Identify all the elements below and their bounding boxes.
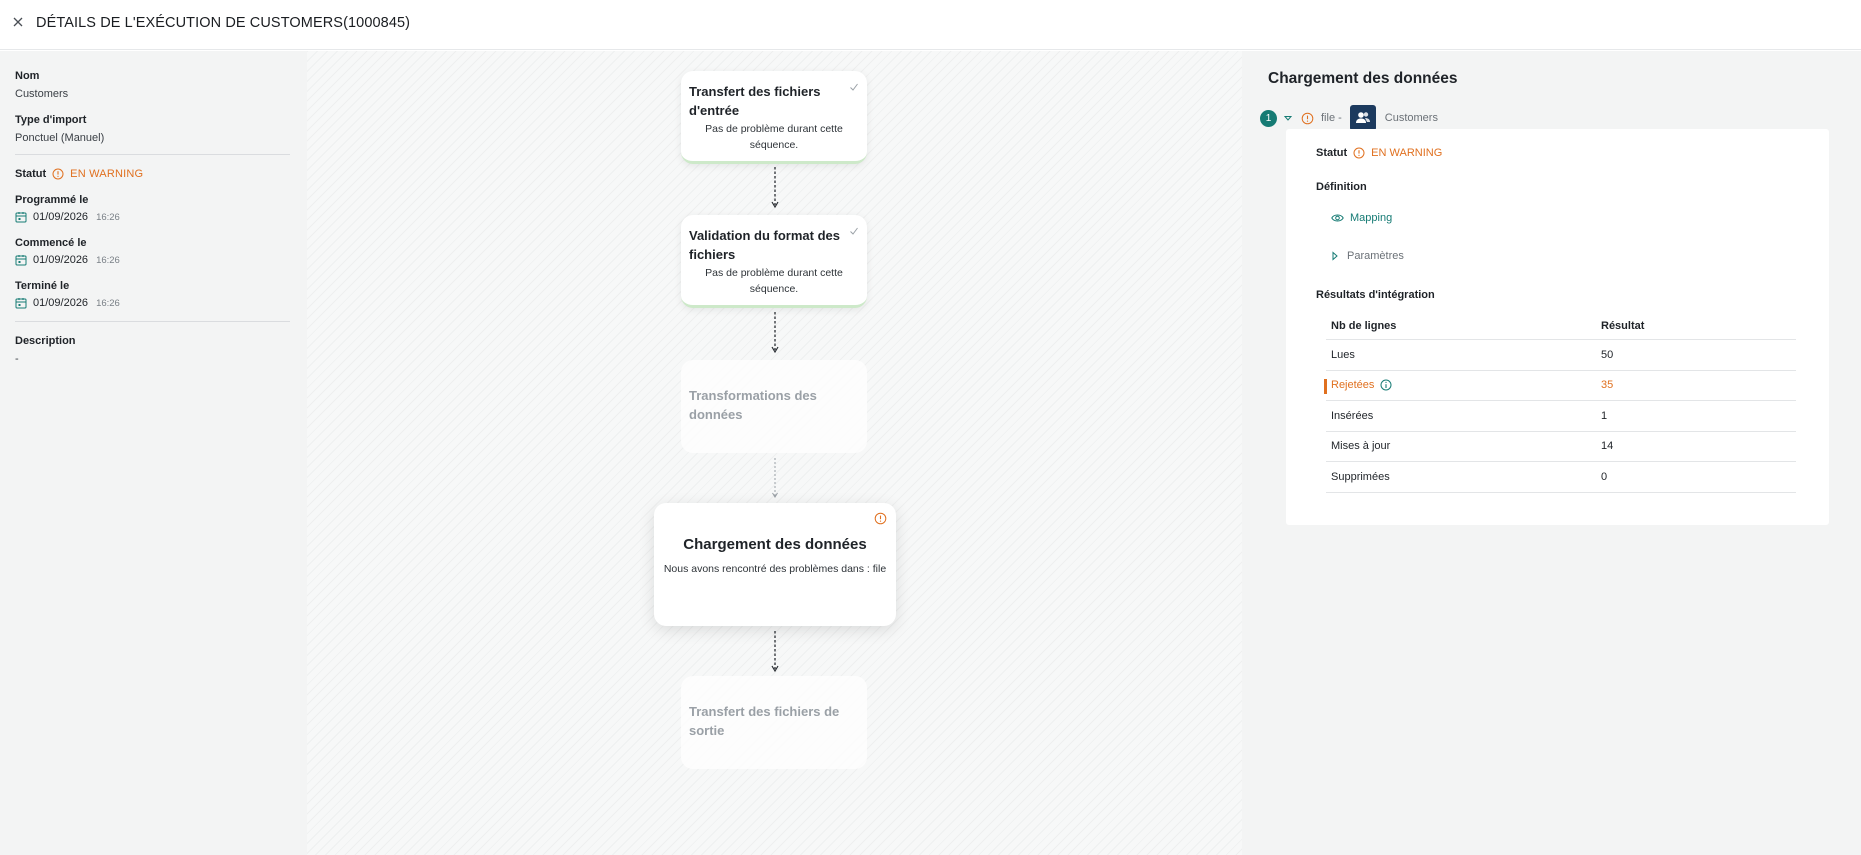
execution-info-sidebar: Nom Customers Type d'import Ponctuel (Ma… bbox=[0, 51, 307, 855]
step-title: Transfert des fichiers d'entrée bbox=[689, 84, 821, 118]
ended-label: Terminé le bbox=[15, 280, 70, 292]
table-row: Supprimées 0 bbox=[1326, 462, 1796, 493]
step-title: Chargement des données bbox=[683, 536, 867, 553]
name-label: Nom bbox=[15, 70, 40, 82]
started-label: Commencé le bbox=[15, 237, 87, 249]
divider bbox=[15, 321, 290, 322]
file-label: file - bbox=[1321, 112, 1342, 124]
calendar-icon bbox=[15, 297, 27, 309]
step-details-panel: Chargement des données 1 file - Customer… bbox=[1242, 51, 1861, 855]
chevron-right-icon bbox=[1331, 251, 1339, 261]
info-icon[interactable] bbox=[1380, 379, 1392, 391]
table-header: Nb de lignes Résultat bbox=[1326, 313, 1796, 340]
step-card-data-loading[interactable]: Chargement des données Nous avons rencon… bbox=[654, 503, 896, 626]
pipeline-canvas: Transfert des fichiers d'entrée Pas de p… bbox=[307, 51, 1242, 855]
status-value: EN WARNING bbox=[1371, 147, 1443, 159]
results-table: Nb de lignes Résultat Lues 50 Rejetées 3… bbox=[1324, 313, 1796, 493]
step-description: Pas de problème durant cette séquence. bbox=[705, 267, 843, 295]
step-description: Nous avons rencontré des problèmes dans … bbox=[663, 563, 887, 575]
step-title: Transfert des fichiers de sortie bbox=[689, 704, 840, 738]
results-label: Résultats d'intégration bbox=[1316, 289, 1435, 301]
scheduled-date: 01/09/2026 bbox=[33, 211, 89, 223]
scheduled-time: 16:26 bbox=[96, 211, 120, 223]
ended-date-row: 01/09/2026 16:26 bbox=[15, 297, 120, 309]
scheduled-date-row: 01/09/2026 16:26 bbox=[15, 211, 120, 223]
header-bar: DÉTAILS DE L'EXÉCUTION DE CUSTOMERS(1000… bbox=[0, 0, 1861, 50]
divider bbox=[15, 154, 290, 155]
ended-date: 01/09/2026 bbox=[33, 297, 89, 309]
column-header-result: Résultat bbox=[1601, 320, 1645, 332]
description-label: Description bbox=[15, 335, 76, 347]
name-value: Customers bbox=[15, 88, 69, 100]
check-icon bbox=[849, 223, 859, 235]
scheduled-label: Programmé le bbox=[15, 194, 89, 206]
close-icon[interactable] bbox=[10, 14, 26, 30]
table-row: Lues 50 bbox=[1326, 340, 1796, 371]
row-label: Lues bbox=[1331, 348, 1355, 361]
warning-icon bbox=[1353, 147, 1365, 159]
row-value: 35 bbox=[1601, 379, 1614, 392]
row-label-cell: Rejetées bbox=[1326, 379, 1601, 391]
chevron-down-icon[interactable] bbox=[1283, 113, 1293, 123]
row-value: 0 bbox=[1601, 470, 1608, 483]
row-label: Mises à jour bbox=[1331, 440, 1391, 453]
warning-icon bbox=[874, 512, 887, 525]
calendar-icon bbox=[15, 254, 27, 266]
details-title: Chargement des données bbox=[1268, 70, 1458, 87]
status-row: Statut EN WARNING bbox=[15, 168, 143, 180]
step-title: Validation du format des fichiers bbox=[689, 228, 840, 262]
step-number-badge: 1 bbox=[1260, 109, 1277, 127]
import-type-label: Type d'import bbox=[15, 114, 87, 126]
started-time: 16:26 bbox=[96, 254, 120, 266]
step-card-input-transfer[interactable]: Transfert des fichiers d'entrée Pas de p… bbox=[681, 71, 867, 164]
description-value: - bbox=[15, 353, 19, 365]
connector-arrow bbox=[770, 312, 780, 354]
mapping-link-label: Mapping bbox=[1350, 212, 1393, 224]
eye-icon bbox=[1331, 213, 1344, 223]
page-title: DÉTAILS DE L'EXÉCUTION DE CUSTOMERS(1000… bbox=[36, 15, 411, 31]
connector-arrow bbox=[770, 167, 780, 209]
customer-label: Customers bbox=[1384, 112, 1438, 124]
details-card: Statut EN WARNING Définition Mapping Par… bbox=[1286, 129, 1829, 525]
started-date: 01/09/2026 bbox=[33, 254, 89, 266]
row-label: Supprimées bbox=[1331, 470, 1390, 483]
warning-icon bbox=[1301, 112, 1314, 125]
table-row: Mises à jour 14 bbox=[1326, 432, 1796, 462]
status-label: Statut bbox=[15, 168, 47, 180]
step-card-output-transfer[interactable]: Transfert des fichiers de sortie bbox=[681, 676, 867, 769]
warning-icon bbox=[52, 168, 64, 180]
params-toggle[interactable]: Paramètres bbox=[1331, 250, 1404, 262]
step-card-format-validation[interactable]: Validation du format des fichiers Pas de… bbox=[681, 215, 867, 308]
column-header-lines: Nb de lignes bbox=[1331, 320, 1397, 332]
step-title: Transformations des données bbox=[689, 388, 817, 422]
check-icon bbox=[849, 79, 859, 91]
status-value: EN WARNING bbox=[70, 168, 144, 180]
table-row: Rejetées 35 bbox=[1324, 371, 1796, 401]
calendar-icon bbox=[15, 211, 27, 223]
customers-entity-icon bbox=[1349, 105, 1376, 131]
import-type-value: Ponctuel (Manuel) bbox=[15, 132, 105, 144]
file-row: 1 file - Customers bbox=[1260, 105, 1438, 131]
mapping-link[interactable]: Mapping bbox=[1331, 212, 1392, 224]
ended-time: 16:26 bbox=[96, 297, 120, 309]
connector-arrow bbox=[770, 631, 780, 673]
connector-arrow bbox=[770, 458, 780, 500]
row-value: 50 bbox=[1601, 348, 1614, 361]
started-date-row: 01/09/2026 16:26 bbox=[15, 254, 120, 266]
params-label: Paramètres bbox=[1347, 250, 1404, 262]
step-card-data-transformations[interactable]: Transformations des données bbox=[681, 360, 867, 453]
details-status-row: Statut EN WARNING bbox=[1316, 147, 1442, 159]
row-label: Rejetées bbox=[1331, 379, 1375, 392]
row-value: 1 bbox=[1601, 409, 1608, 422]
status-label: Statut bbox=[1316, 147, 1348, 159]
row-label: Insérées bbox=[1331, 409, 1374, 422]
step-description: Pas de problème durant cette séquence. bbox=[705, 123, 843, 151]
definition-label: Définition bbox=[1316, 181, 1367, 193]
table-row: Insérées 1 bbox=[1326, 401, 1796, 432]
row-value: 14 bbox=[1601, 440, 1614, 453]
